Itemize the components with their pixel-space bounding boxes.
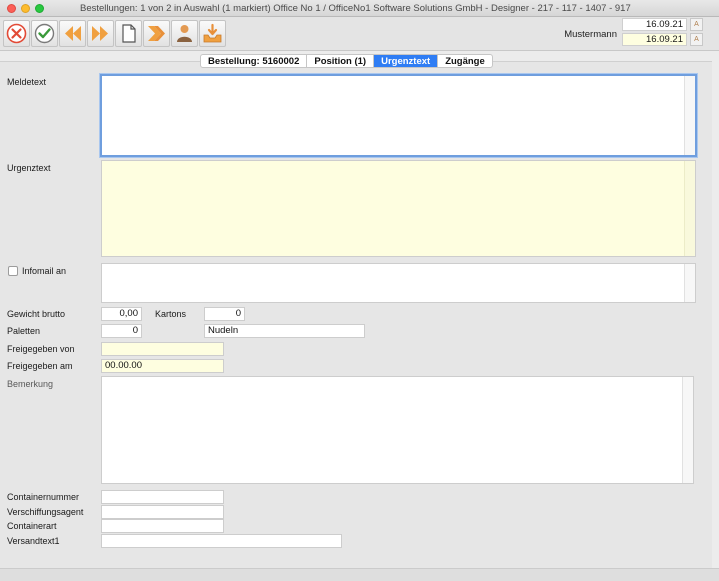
user-icon [177, 25, 192, 42]
window-title: Bestellungen: 1 von 2 in Auswahl (1 mark… [80, 3, 631, 14]
infomail-label: Infomail an [22, 266, 67, 276]
font-size-icon[interactable]: A [690, 18, 703, 31]
urgenztext-scrollbar[interactable] [684, 161, 695, 256]
tab-urgenztext[interactable]: Urgenztext [374, 55, 439, 67]
freigegeben-am-field[interactable]: 00.00.00 [101, 359, 224, 373]
urgenztext-textarea[interactable] [101, 160, 696, 257]
font-size-icon[interactable]: A [690, 33, 703, 46]
cancel-icon [6, 23, 27, 44]
bemerkung-textarea[interactable] [101, 376, 694, 484]
infomail-textarea[interactable] [101, 263, 696, 303]
nudeln-field[interactable]: Nudeln [204, 324, 365, 338]
bemerkung-label: Bemerkung [7, 379, 54, 389]
verschiffungsagent-field[interactable] [101, 505, 224, 519]
verschiffungsagent-label: Verschiffungsagent [7, 507, 84, 517]
freigegeben-von-label: Freigegeben von [7, 344, 75, 354]
paletten-label: Paletten [7, 326, 41, 336]
window-titlebar: Bestellungen: 1 von 2 in Auswahl (1 mark… [0, 0, 719, 17]
meldetext-label: Meldetext [7, 77, 47, 87]
versandtext-field[interactable] [101, 534, 342, 548]
confirm-icon [34, 23, 55, 44]
window-close-button[interactable] [7, 4, 16, 13]
inbox-download-button[interactable] [199, 20, 226, 47]
versandtext-label: Versandtext1 [7, 536, 60, 546]
meldetext-scrollbar[interactable] [684, 76, 695, 155]
tab-bar: Bestellung: 5160002 Position (1) Urgenzt… [200, 54, 493, 68]
paletten-field[interactable]: 0 [101, 324, 142, 338]
freigegeben-am-label: Freigegeben am [7, 361, 73, 371]
inbox-download-icon [203, 23, 222, 43]
user-button[interactable] [171, 20, 198, 47]
date-field-2[interactable]: 16.09.21 [622, 33, 687, 46]
infomail-scrollbar[interactable] [684, 264, 695, 302]
containerart-field[interactable] [101, 519, 224, 533]
kartons-label: Kartons [155, 309, 187, 319]
infomail-checkbox[interactable] [8, 266, 18, 276]
window-minimize-button[interactable] [21, 4, 30, 13]
date-field-1[interactable]: 16.09.21 [622, 18, 687, 31]
last-record-button[interactable] [143, 20, 170, 47]
tab-position[interactable]: Position (1) [307, 55, 375, 67]
containernummer-field[interactable] [101, 490, 224, 504]
last-record-icon [148, 26, 165, 41]
next-record-button[interactable] [87, 20, 114, 47]
new-document-button[interactable] [115, 20, 142, 47]
gewicht-label: Gewicht brutto [7, 309, 66, 319]
containernummer-label: Containernummer [7, 492, 80, 502]
new-document-icon [122, 24, 136, 43]
next-record-icon [92, 26, 108, 41]
first-record-icon [65, 26, 81, 41]
kartons-field[interactable]: 0 [204, 307, 245, 321]
containerart-label: Containerart [7, 521, 57, 531]
first-record-button[interactable] [59, 20, 86, 47]
bemerkung-scrollbar[interactable] [682, 377, 693, 483]
gewicht-field[interactable]: 0,00 [101, 307, 142, 321]
meldetext-textarea[interactable] [100, 74, 697, 157]
tab-zugaenge[interactable]: Zugänge [438, 55, 492, 67]
urgenztext-label: Urgenztext [7, 163, 51, 173]
freigegeben-von-field[interactable] [101, 342, 224, 356]
cancel-button[interactable] [3, 20, 30, 47]
confirm-button[interactable] [31, 20, 58, 47]
current-user: Mustermann [564, 29, 617, 40]
window-maximize-button[interactable] [35, 4, 44, 13]
tab-bestellung[interactable]: Bestellung: 5160002 [201, 55, 308, 67]
status-bar [0, 568, 719, 581]
